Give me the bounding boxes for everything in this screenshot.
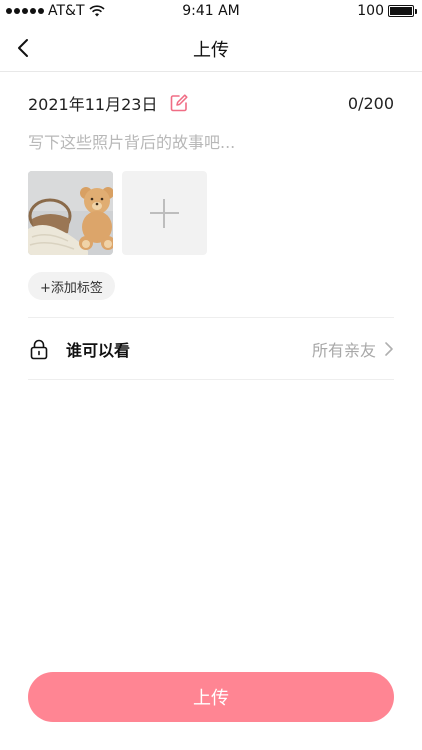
teddy-bear-photo xyxy=(28,171,113,255)
story-description-input[interactable] xyxy=(28,128,394,156)
privacy-value: 所有亲友 xyxy=(311,341,376,360)
date-row: 2021年11月23日 0/200 xyxy=(28,90,394,116)
upload-button[interactable]: 上传 xyxy=(28,672,394,722)
page-title: 上传 xyxy=(193,40,229,61)
photo-row xyxy=(28,171,207,255)
add-tag-button[interactable]: +添加标签 xyxy=(28,272,115,300)
status-bar: AT&T 9:41 AM 100 xyxy=(0,0,422,24)
privacy-setting-row[interactable]: 谁可以看 所有亲友 xyxy=(28,330,394,368)
upload-screen: AT&T 9:41 AM 100 上传 2021年11月23日 0/200 写下… xyxy=(0,0,422,750)
divider xyxy=(28,379,394,380)
privacy-label: 谁可以看 xyxy=(66,341,131,360)
chevron-right-icon xyxy=(385,342,393,356)
battery-percentage: 100 xyxy=(357,3,384,19)
photo-thumbnail[interactable] xyxy=(28,171,113,255)
nav-bar: 上传 xyxy=(0,24,422,72)
char-counter: 0/200 xyxy=(347,93,394,113)
add-photo-button[interactable] xyxy=(122,171,207,255)
edit-date-icon[interactable] xyxy=(169,93,189,113)
divider xyxy=(28,317,394,318)
status-right: 100 xyxy=(357,3,417,19)
battery-icon xyxy=(388,5,417,17)
lock-icon xyxy=(30,339,48,360)
post-date: 2021年11月23日 xyxy=(28,95,158,114)
